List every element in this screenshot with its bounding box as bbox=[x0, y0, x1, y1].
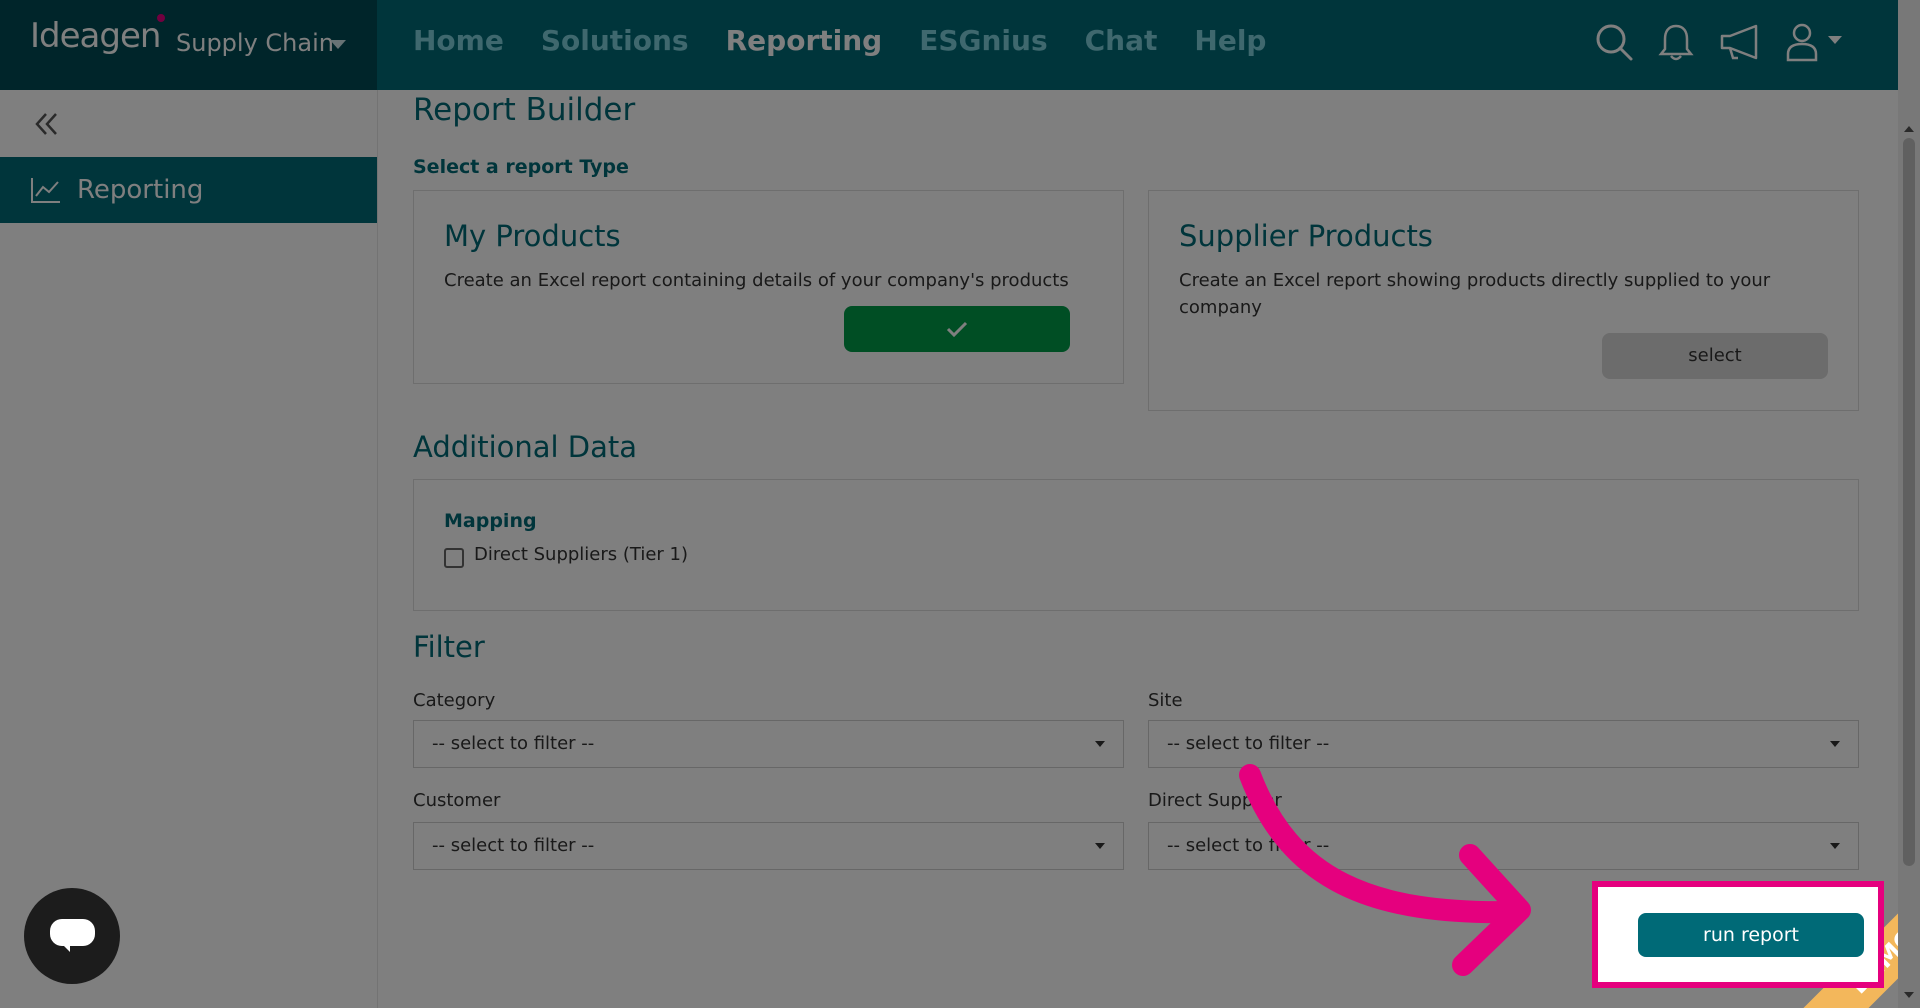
pointer-arrow-icon bbox=[1239, 764, 1531, 976]
